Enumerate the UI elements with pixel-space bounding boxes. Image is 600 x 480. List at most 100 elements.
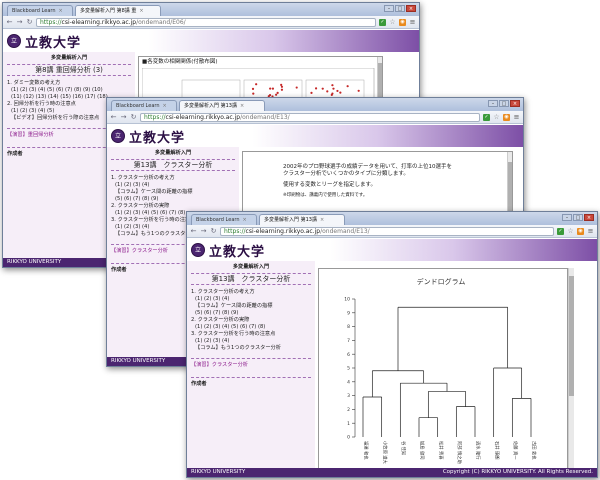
menu-item[interactable]: 1. ダミー変数の考え方 <box>7 80 131 87</box>
back-icon[interactable]: ← <box>190 227 197 236</box>
maximize-icon[interactable]: □ <box>395 5 405 12</box>
menu-links[interactable]: (1) (2) (3) (4) (5) (6) (7) (8) (9) (10) <box>11 87 131 94</box>
star-icon[interactable]: ☆ <box>567 227 574 235</box>
tab-blackboard[interactable]: Blackboard Learn × <box>7 5 73 16</box>
window-controls: – □ × <box>488 100 520 107</box>
minimize-icon[interactable]: – <box>562 214 572 221</box>
university-logo[interactable]: 立教大学 <box>129 127 185 146</box>
scatter-point <box>326 90 329 93</box>
reload-icon[interactable]: ↻ <box>130 113 137 122</box>
address-bar[interactable]: https://csi-elearning.rikkyo.ac.jp/ondem… <box>140 112 480 122</box>
url-scheme: https:// <box>224 227 246 235</box>
star-icon[interactable]: ☆ <box>389 18 396 26</box>
menu-item[interactable]: 1. クラスター分析の考え方 <box>191 289 311 296</box>
menu-icon[interactable]: ≡ <box>587 227 594 235</box>
close-icon[interactable]: × <box>139 8 143 14</box>
menu-links[interactable]: (1) (2) (3) (4) <box>115 182 235 189</box>
url-scheme: https:// <box>144 113 166 121</box>
forward-icon[interactable]: → <box>16 18 23 27</box>
browser-window-front[interactable]: Blackboard Learn × 多変量解析入門 第13講 × – □ × ← → … <box>186 211 598 478</box>
content-scrollbar[interactable] <box>568 268 574 477</box>
tab-blackboard[interactable]: Blackboard Learn × <box>191 214 257 225</box>
star-icon[interactable]: ☆ <box>493 113 500 121</box>
page: 立 立教大学 多変量解析入門 第13講 クラスター分析 1. クラスター分析の考… <box>187 239 597 477</box>
scatter-point <box>276 91 279 94</box>
scatter-point <box>346 85 349 88</box>
leaf-label: 佐藤 真一 <box>512 441 519 460</box>
forward-icon[interactable]: → <box>200 227 207 236</box>
close-icon[interactable]: × <box>584 214 594 221</box>
close-icon[interactable]: × <box>320 217 324 223</box>
reload-icon[interactable]: ↻ <box>26 18 33 27</box>
menu-links[interactable]: (1) (2) (3) (4) (5) (6) (7) (8) <box>195 324 311 331</box>
maximize-icon[interactable]: □ <box>573 214 583 221</box>
tab-label: Blackboard Learn <box>116 103 160 109</box>
author-link[interactable]: 作成者 <box>191 377 311 388</box>
menu-item[interactable]: 2. クラスター分析の実際 <box>191 317 311 324</box>
menu-links[interactable]: (1) (2) (3) (4) <box>195 296 311 303</box>
menu-column-link[interactable]: 【コラム】もう1つのクラスター分析 <box>195 345 311 352</box>
maximize-icon[interactable]: □ <box>499 100 509 107</box>
y-tick-label: 7 <box>347 338 350 344</box>
close-icon[interactable]: × <box>406 5 416 12</box>
window-controls: – □ × <box>562 214 594 221</box>
menu-item[interactable]: 3. クラスター分析を行う時の注意点 <box>191 331 311 338</box>
back-icon[interactable]: ← <box>110 113 117 122</box>
close-icon[interactable]: × <box>59 8 63 14</box>
rss-icon[interactable]: ◉ <box>503 113 510 121</box>
tab-course[interactable]: 多変量解析入門 第8講 重 × <box>75 5 161 16</box>
shield-icon[interactable]: ✓ <box>557 227 564 235</box>
minimize-icon[interactable]: – <box>384 5 394 12</box>
close-icon[interactable]: × <box>240 103 244 109</box>
footer: RIKKYO UNIVERSITY Copyright (C) RIKKYO U… <box>187 468 597 477</box>
slide-line: 使用する変数とリーグを指定します。 <box>283 182 376 188</box>
back-icon[interactable]: ← <box>6 18 13 27</box>
tab-course[interactable]: 多変量解析入門 第13講 × <box>179 100 265 111</box>
tab-course[interactable]: 多変量解析入門 第13講 × <box>259 214 345 225</box>
menu-links[interactable]: (5) (6) (7) (8) (9) <box>195 310 311 317</box>
header-banner: 立 立教大学 <box>107 125 523 147</box>
url-scheme: https:// <box>40 18 62 26</box>
exercise-link[interactable]: 【演習】クラスター分析 <box>191 358 311 369</box>
lecture-title: 第13講 クラスター分析 <box>191 273 311 285</box>
menu-links[interactable]: (5) (6) (7) (8) (9) <box>115 196 235 203</box>
university-logo[interactable]: 立教大学 <box>25 32 81 51</box>
menu-icon[interactable]: ≡ <box>409 18 416 26</box>
toolbar: ← → ↻ https://csi-elearning.rikkyo.ac.jp… <box>187 225 597 238</box>
university-seal-icon: 立 <box>7 34 21 48</box>
menu-icon[interactable]: ≡ <box>513 113 520 121</box>
menu-item[interactable]: 2. クラスター分析の実際 <box>111 203 235 210</box>
tab-blackboard[interactable]: Blackboard Learn × <box>111 100 177 111</box>
menu-column-link[interactable]: 【コラム】ケース間の距離の指標 <box>115 189 235 196</box>
y-tick-label: 0 <box>347 435 350 441</box>
header-banner: 立 立教大学 <box>3 30 419 52</box>
footer-university: RIKKYO UNIVERSITY <box>7 259 62 265</box>
slide-line: 2002年のプロ野球選手の成績データを用いて、打率の上位10選手を <box>283 164 453 170</box>
url-path: /ondemand/E13/ <box>320 227 370 235</box>
address-bar[interactable]: https://csi-elearning.rikkyo.ac.jp/ondem… <box>36 17 376 27</box>
reload-icon[interactable]: ↻ <box>210 227 217 236</box>
minimize-icon[interactable]: – <box>488 100 498 107</box>
shield-icon[interactable]: ✓ <box>483 113 490 121</box>
course-name: 多変量解析入門 <box>232 264 270 270</box>
menu-column-link[interactable]: 【コラム】ケース間の距離の指標 <box>195 303 311 310</box>
toolbar: ← → ↻ https://csi-elearning.rikkyo.ac.jp… <box>3 16 419 29</box>
rss-icon[interactable]: ◉ <box>577 227 584 235</box>
menu-item[interactable]: 1. クラスター分析の考え方 <box>111 175 235 182</box>
slide-note: ※印刷物は、講義内で使用した資料です。 <box>283 193 368 198</box>
scatter-point <box>252 92 255 95</box>
close-icon[interactable]: × <box>510 100 520 107</box>
rss-icon[interactable]: ◉ <box>399 18 406 26</box>
scatter-point <box>280 88 284 91</box>
close-icon[interactable]: × <box>163 103 167 109</box>
address-bar[interactable]: https://csi-elearning.rikkyo.ac.jp/ondem… <box>220 226 554 236</box>
footer-university: RIKKYO UNIVERSITY <box>191 469 246 475</box>
university-logo[interactable]: 立教大学 <box>209 241 265 260</box>
close-icon[interactable]: × <box>243 217 247 223</box>
shield-icon[interactable]: ✓ <box>379 18 386 26</box>
leaf-label: 石井 琢朗 <box>493 441 500 460</box>
forward-icon[interactable]: → <box>120 113 127 122</box>
menu-links[interactable]: (1) (2) (3) (4) <box>195 338 311 345</box>
leaf-label: 松井 秀喜 <box>437 441 444 460</box>
scatter-point <box>357 89 360 92</box>
